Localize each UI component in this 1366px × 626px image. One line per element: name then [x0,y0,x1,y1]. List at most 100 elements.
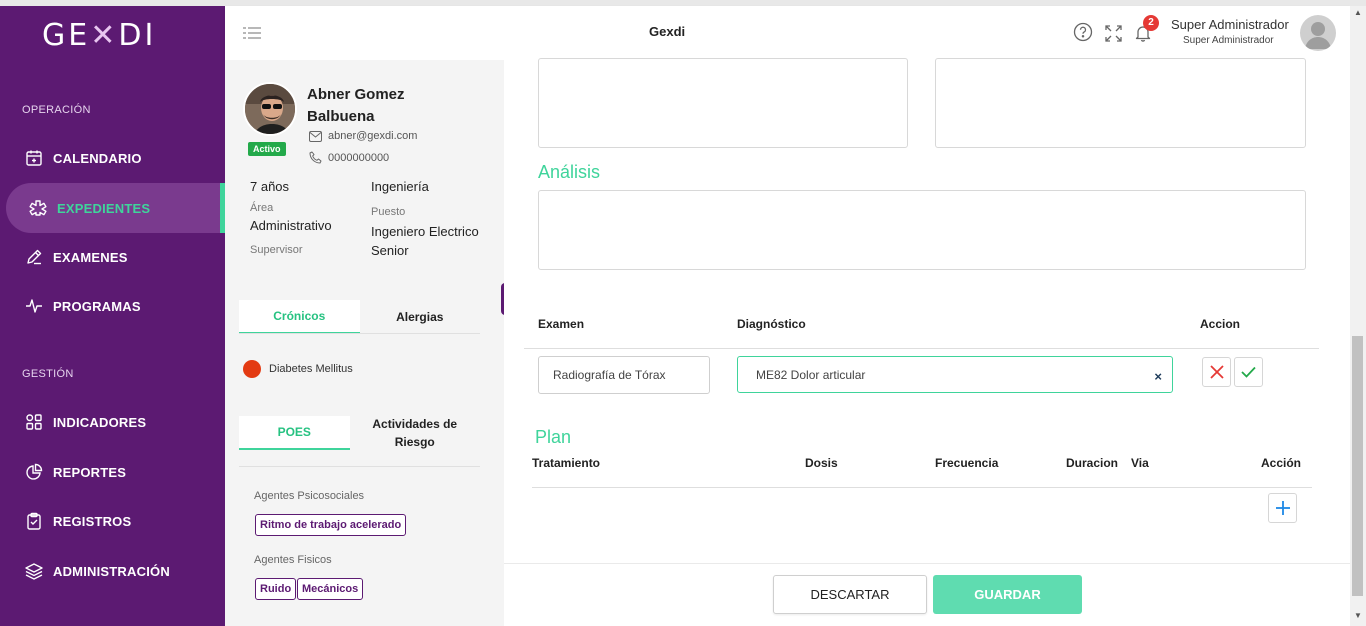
app-title: Gexdi [649,24,686,39]
tab-actividades-riesgo[interactable]: Actividades de Riesgo [350,416,481,450]
tab-divider [239,466,480,467]
layers-icon [24,561,44,581]
tab-alergias[interactable]: Alergias [360,300,481,334]
sidebar-item-expedientes[interactable]: EXPEDIENTES [6,183,225,233]
clipboard-icon [24,511,44,531]
psychosocial-label: Agentes Psicosociales [254,490,365,502]
condition-dot-icon [243,360,261,378]
sidebar-item-label: REGISTROS [53,513,132,529]
column-header-dosis: Dosis [805,456,838,470]
app-logo[interactable]: GE✕DI [42,18,156,53]
calendar-icon [24,148,44,168]
sidebar-item-reportes[interactable]: REPORTES [0,447,225,497]
column-header-duracion: Duracion [1066,456,1119,470]
notes-textarea-right[interactable] [935,58,1306,148]
phone-icon [309,151,322,164]
menu-toggle-icon[interactable] [243,26,261,45]
medical-cross-icon [28,198,48,218]
discard-button[interactable]: DESCARTAR [773,575,927,614]
sidebar-item-administracion[interactable]: ADMINISTRACIÓN [0,546,225,596]
help-icon[interactable] [1073,22,1093,47]
column-header-via: Via [1131,456,1149,470]
risk-chip: Ruido [255,578,297,600]
user-name[interactable]: Super Administrador [1171,17,1289,32]
notes-textarea-left[interactable] [538,58,908,148]
sidebar-item-label: EXPEDIENTES [57,200,151,216]
exam-input[interactable]: Radiografía de Tórax [538,356,710,394]
footer-divider [504,563,1350,564]
diagnosis-input[interactable]: ME82 Dolor articular × [737,356,1173,393]
sidebar-item-label: PROGRAMAS [53,298,141,314]
position-value: Ingeniero Electrico Senior [371,224,479,258]
column-header-examen: Examen [538,317,585,331]
poes-activities-tabs: POES Actividades de Riesgo [239,416,480,450]
area-label: Área [250,202,274,214]
column-header-accion: Accion [1200,317,1241,331]
patient-email: abner@gexdi.com [309,130,417,142]
user-avatar[interactable] [1300,15,1336,51]
plan-divider [532,487,1312,488]
position-label: Puesto [371,206,406,218]
sidebar-item-indicadores[interactable]: INDICADORES [0,397,225,447]
close-icon [1209,365,1224,379]
analysis-textarea[interactable] [538,190,1306,270]
tab-cronicos[interactable]: Crónicos [239,300,360,334]
patient-photo [243,82,297,136]
notification-badge: 2 [1143,15,1159,31]
physical-label: Agentes Fisicos [254,554,332,566]
diagnosis-value: ME82 Dolor articular [756,367,866,382]
sidebar: GE✕DI OPERACIÓN CALENDARIO EXPEDIENTES E… [0,6,225,626]
plus-icon [1275,501,1290,515]
grid-icon [24,412,44,432]
check-icon [1241,366,1256,378]
column-header-accion-plan: Acción [1261,456,1302,470]
sidebar-item-registros[interactable]: REGISTROS [0,496,225,546]
table-divider [524,348,1319,349]
phone-text: 0000000000 [328,151,390,164]
scroll-down-icon[interactable]: ▼ [1353,611,1363,621]
email-text: abner@gexdi.com [328,130,418,142]
sidebar-item-label: REPORTES [53,464,127,480]
sidebar-item-examenes[interactable]: EXAMENES [0,232,225,282]
section-label-operacion: OPERACIÓN [22,104,91,116]
top-header: Gexdi 2 Super Administrador Super Admini… [225,6,1350,60]
sidebar-item-label: CALENDARIO [53,150,142,166]
email-icon [309,130,322,142]
cancel-row-button[interactable] [1202,357,1231,387]
patient-name: Abner Gomez Balbuena [307,86,405,125]
supervisor-label: Supervisor [250,244,303,256]
status-badge: Activo [248,142,286,156]
add-treatment-button[interactable] [1268,493,1297,523]
area-value: Administrativo [250,218,332,233]
patient-phone: 0000000000 [309,151,389,164]
sidebar-item-label: INDICADORES [53,414,147,430]
column-header-diagnostico: Diagnóstico [737,317,806,331]
risk-chip: Mecánicos [297,578,364,600]
confirm-row-button[interactable] [1234,357,1263,387]
fullscreen-icon[interactable] [1105,25,1122,47]
seniority-value: 7 años [250,179,290,194]
tab-poes[interactable]: POES [239,416,350,450]
tab-divider [239,333,480,334]
main-content: Análisis Examen Diagnóstico Accion Radio… [504,58,1350,626]
analysis-title: Análisis [538,162,601,182]
pulse-icon [24,296,44,316]
sidebar-item-label: EXAMENES [53,249,128,265]
scroll-up-icon[interactable]: ▲ [1353,8,1363,18]
plan-title: Plan [535,427,572,447]
save-button[interactable]: GUARDAR [933,575,1082,614]
sidebar-item-programas[interactable]: PROGRAMAS [0,281,225,331]
section-label-gestion: GESTIÓN [22,368,74,380]
column-header-tratamiento: Tratamiento [532,456,601,470]
chronic-allergy-tabs: Crónicos Alergias [239,300,480,334]
sidebar-item-label: ADMINISTRACIÓN [53,563,170,579]
pie-chart-icon [24,462,44,482]
user-role: Super Administrador [1183,35,1274,46]
pencil-icon [24,247,44,267]
column-header-frecuencia: Frecuencia [935,456,999,470]
clear-diagnosis-icon[interactable]: × [1154,369,1162,384]
risk-chip: Ritmo de trabajo acelerado [255,514,407,536]
scrollbar-thumb[interactable] [1352,336,1363,596]
sidebar-item-calendario[interactable]: CALENDARIO [0,133,225,183]
chronic-condition-item: Diabetes Mellitus [243,360,353,378]
